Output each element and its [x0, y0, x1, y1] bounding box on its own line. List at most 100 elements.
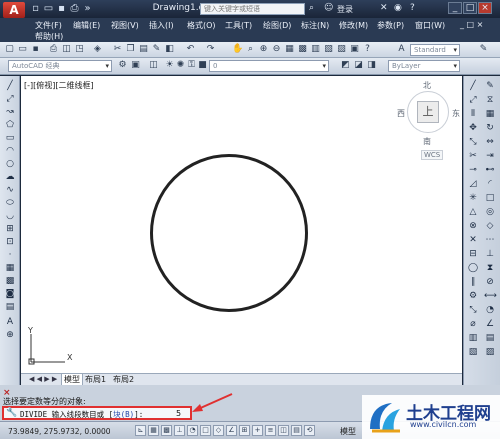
mirror-icon[interactable]: ⧖	[484, 94, 496, 106]
wcs-menu[interactable]: WCS	[421, 150, 444, 160]
ellipse-arc-tool-icon[interactable]: ◡	[4, 210, 16, 222]
layer-combo[interactable]: 0 ▾	[209, 60, 329, 72]
layer-manager-icon[interactable]: ◫	[148, 60, 159, 71]
dimension-aligned-icon[interactable]: ⤡	[467, 304, 479, 316]
dimension-linear-icon[interactable]: ⟷	[484, 290, 497, 302]
menu-draw[interactable]: 绘图(D)	[263, 20, 291, 31]
menu-parametric[interactable]: 参数(P)	[377, 20, 404, 31]
text-style-combo[interactable]: Standard ▾	[410, 44, 460, 56]
workspace-settings-icon[interactable]: ⚙	[117, 60, 128, 71]
menu-format[interactable]: 格式(O)	[187, 20, 216, 31]
compass-north[interactable]: 北	[423, 80, 431, 91]
baseline-icon[interactable]: ▤	[484, 332, 496, 344]
arc-tool-icon[interactable]: ◠	[4, 145, 16, 157]
menu-edit[interactable]: 编辑(E)	[73, 20, 100, 31]
menu-view[interactable]: 视图(V)	[111, 20, 139, 31]
rotate-icon[interactable]: ↻	[484, 122, 496, 134]
snap-center-icon[interactable]: ◎	[484, 206, 496, 218]
preview-icon[interactable]: ◫	[61, 44, 72, 55]
erase-icon[interactable]: ╱	[467, 80, 479, 92]
move-icon[interactable]: ✥	[467, 122, 479, 134]
paste-icon[interactable]: ▤	[138, 44, 149, 55]
tolerance-icon[interactable]: ▨	[484, 346, 496, 358]
spline-tool-icon[interactable]: ∿	[4, 184, 16, 196]
break-icon[interactable]: ⊸	[467, 164, 479, 176]
dynamic-input-icon[interactable]: +	[252, 425, 263, 436]
add-selected-icon[interactable]: ⊕	[4, 329, 16, 341]
menu-dimension[interactable]: 标注(N)	[301, 20, 329, 31]
undo-icon[interactable]: ↶	[185, 44, 196, 55]
offset-icon[interactable]: ⫴	[467, 108, 479, 120]
snap-settings-icon[interactable]: ⚙	[467, 290, 479, 302]
block-editor-icon[interactable]: ◧	[164, 44, 175, 55]
dimension-angular-icon[interactable]: ∠	[484, 318, 496, 330]
connect-icon[interactable]: ◉	[394, 3, 402, 13]
quick-dimension-icon[interactable]: ▥	[467, 332, 479, 344]
tool-palettes-icon[interactable]: ▥	[310, 44, 321, 55]
3d-publish-icon[interactable]: ◈	[92, 44, 103, 55]
polyline-tool-icon[interactable]: ↝	[4, 106, 16, 118]
rectangle-tool-icon[interactable]: ▭	[4, 132, 16, 144]
close-button[interactable]: ×	[478, 2, 492, 14]
exchange-icon[interactable]: ✕	[380, 3, 388, 13]
redo-icon[interactable]: ↷	[205, 44, 216, 55]
pencil-icon[interactable]: ✎	[484, 80, 496, 92]
dimension-radius-icon[interactable]: ◔	[484, 304, 496, 316]
color-swatch-icon[interactable]: ■	[197, 60, 208, 71]
explode-icon[interactable]: ✳	[467, 192, 479, 204]
make-current-icon[interactable]: ◩	[340, 60, 351, 71]
compass-west[interactable]: 西	[397, 108, 405, 119]
polar-tracking-icon[interactable]: ◔	[187, 425, 198, 436]
stretch-icon[interactable]: ⇔	[484, 136, 496, 148]
quick-properties-icon[interactable]: ▤	[291, 425, 302, 436]
zoom-realtime-icon[interactable]: ⌕	[245, 44, 256, 55]
object-snap-icon[interactable]: □	[200, 425, 211, 436]
viewcube-top-face[interactable]: 上	[417, 101, 439, 123]
block-option[interactable]: 块(B)	[113, 410, 134, 419]
app-menu-button[interactable]: A	[3, 2, 25, 18]
menu-window-controls-icon[interactable]: _ □ ×	[460, 20, 483, 29]
polygon-tool-icon[interactable]: ⬠	[4, 119, 16, 131]
3d-osnap-icon[interactable]: ◇	[213, 425, 224, 436]
viewcube[interactable]: 北 西 东 南 上 WCS	[397, 80, 462, 165]
continue-icon[interactable]: ▧	[467, 346, 479, 358]
workspace-combo[interactable]: AutoCAD 经典 ▾	[8, 60, 112, 72]
object-tracking-icon[interactable]: ∠	[226, 425, 237, 436]
design-center-icon[interactable]: ▩	[297, 44, 308, 55]
copy-icon[interactable]: ❐	[125, 44, 136, 55]
chamfer-icon[interactable]: ◿	[467, 178, 479, 190]
mtext-tool-icon[interactable]: A	[4, 316, 16, 328]
help-toolbar-icon[interactable]: ?	[362, 44, 373, 55]
dimension-diameter-icon[interactable]: ⌀	[467, 318, 479, 330]
make-block-icon[interactable]: ⊡	[4, 236, 16, 248]
help-icon[interactable]: ?	[410, 3, 415, 13]
quick-access-more-icon[interactable]: »	[82, 3, 93, 14]
tab-layout1[interactable]: 布局1	[83, 374, 108, 385]
wrench-icon[interactable]: 🔧	[6, 408, 17, 418]
ellipse-tool-icon[interactable]: ⬭	[4, 197, 16, 209]
transparency-icon[interactable]: ◫	[278, 425, 289, 436]
open-file-icon[interactable]: ▭	[43, 3, 54, 14]
text-style-icon[interactable]: A	[396, 44, 407, 55]
ortho-mode-icon[interactable]: ⊥	[174, 425, 185, 436]
save-icon[interactable]: ▪	[56, 3, 67, 14]
table-tool-icon[interactable]: ▤	[4, 301, 16, 313]
snap-quadrant-icon[interactable]: ◇	[484, 220, 496, 232]
model-space-indicator[interactable]: 模型	[340, 426, 356, 437]
snap-endpoint-icon[interactable]: □	[484, 192, 496, 204]
workspace-save-icon[interactable]: ▣	[130, 60, 141, 71]
layer-previous-icon[interactable]: ◪	[353, 60, 364, 71]
dim-style-icon[interactable]: ✎	[478, 44, 489, 55]
plot-icon[interactable]: ⎙	[48, 44, 59, 55]
layer-state-icon[interactable]: ◨	[366, 60, 377, 71]
line-tool-icon[interactable]: ╱	[4, 80, 16, 92]
grid-display-icon[interactable]: ▩	[161, 425, 172, 436]
maximize-button[interactable]: □	[463, 2, 477, 14]
infer-constraints-icon[interactable]: ⊾	[135, 425, 146, 436]
minimize-button[interactable]: _	[448, 2, 462, 14]
trim-icon[interactable]: ✂	[467, 150, 479, 162]
snap-perpendicular-icon[interactable]: ⊥	[484, 248, 496, 260]
scale-icon[interactable]: ⤡	[467, 136, 479, 148]
snap-parallel-icon[interactable]: ∥	[467, 276, 479, 288]
user-icon[interactable]: ☺	[324, 3, 333, 13]
